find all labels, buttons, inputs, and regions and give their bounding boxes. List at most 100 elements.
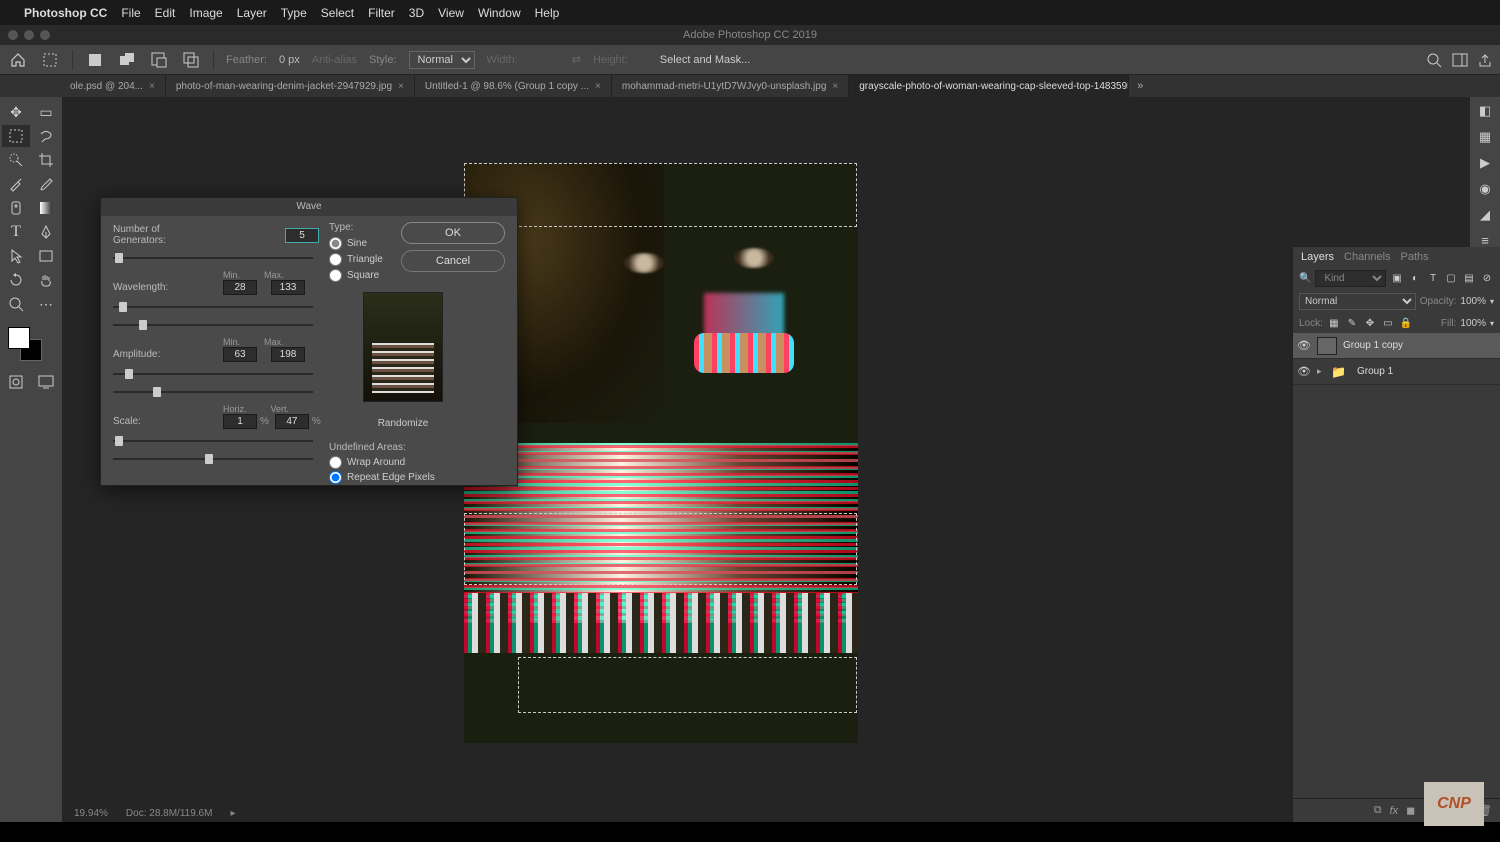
marquee-tool-icon[interactable] bbox=[40, 50, 60, 70]
healing-tool-icon[interactable] bbox=[2, 197, 30, 219]
layer-filter-select[interactable]: Kind bbox=[1315, 270, 1386, 287]
close-icon[interactable]: × bbox=[595, 81, 601, 92]
amplitude-max-input[interactable] bbox=[271, 347, 305, 362]
menu-edit[interactable]: Edit bbox=[155, 6, 176, 20]
intersect-selection-icon[interactable] bbox=[181, 50, 201, 70]
cancel-button[interactable]: Cancel bbox=[401, 250, 505, 272]
rotate-view-tool-icon[interactable] bbox=[2, 269, 30, 291]
subtract-selection-icon[interactable] bbox=[149, 50, 169, 70]
menu-image[interactable]: Image bbox=[189, 6, 222, 20]
wrap-around-radio[interactable]: Wrap Around bbox=[329, 455, 435, 470]
doc-tab[interactable]: mohammad-metri-U1ytD7WJvy0-unsplash.jpg× bbox=[612, 75, 849, 97]
app-menu[interactable]: Photoshop CC bbox=[24, 6, 107, 20]
tabs-overflow-icon[interactable]: » bbox=[1129, 75, 1151, 97]
zoom-tool-icon[interactable] bbox=[2, 293, 30, 315]
edit-toolbar-icon[interactable]: ⋯ bbox=[32, 293, 60, 315]
select-and-mask-button[interactable]: Select and Mask... bbox=[660, 54, 751, 66]
scale-horiz-input[interactable] bbox=[223, 414, 257, 429]
path-select-tool-icon[interactable] bbox=[2, 245, 30, 267]
adjustments-panel-icon[interactable]: ◢ bbox=[1476, 207, 1494, 223]
eyedropper-tool-icon[interactable] bbox=[2, 173, 30, 195]
doc-tab[interactable]: ole.psd @ 204...× bbox=[60, 75, 166, 97]
home-icon[interactable] bbox=[8, 50, 28, 70]
layer-thumbnail[interactable] bbox=[1317, 337, 1337, 355]
layer-row[interactable]: 👁 Group 1 copy bbox=[1293, 333, 1500, 359]
wavelength-max-input[interactable] bbox=[271, 280, 305, 295]
disclosure-icon[interactable]: ▸ bbox=[1317, 366, 1325, 377]
crop-tool-icon[interactable] bbox=[32, 149, 60, 171]
type-square-radio[interactable]: Square bbox=[329, 267, 383, 283]
scale-horiz-slider[interactable] bbox=[113, 435, 313, 447]
gradient-tool-icon[interactable] bbox=[32, 197, 60, 219]
randomize-button[interactable]: Randomize bbox=[363, 418, 443, 429]
document-canvas[interactable] bbox=[464, 163, 858, 743]
filter-type-icon[interactable]: T bbox=[1426, 272, 1440, 286]
visibility-icon[interactable]: 👁 bbox=[1297, 365, 1311, 378]
lock-artboard-icon[interactable]: ▭ bbox=[1381, 316, 1395, 330]
filter-shape-icon[interactable]: ▢ bbox=[1444, 272, 1458, 286]
brush-tool-icon[interactable] bbox=[32, 173, 60, 195]
color-swatches[interactable] bbox=[2, 325, 58, 365]
add-selection-icon[interactable] bbox=[117, 50, 137, 70]
fx-icon[interactable]: fx bbox=[1390, 805, 1399, 817]
rectangle-tool-icon[interactable] bbox=[32, 245, 60, 267]
tab-layers[interactable]: Layers bbox=[1301, 251, 1334, 263]
search-icon[interactable] bbox=[1426, 52, 1442, 68]
layer-name[interactable]: Group 1 copy bbox=[1343, 340, 1403, 351]
swatches-panel-icon[interactable]: ▦ bbox=[1476, 129, 1494, 145]
visibility-icon[interactable]: 👁 bbox=[1297, 339, 1311, 352]
filter-toggle-icon[interactable]: ⊘ bbox=[1480, 272, 1494, 286]
feather-value[interactable]: 0 px bbox=[279, 54, 300, 66]
tab-channels[interactable]: Channels bbox=[1344, 251, 1390, 263]
properties-panel-icon[interactable]: ◉ bbox=[1476, 181, 1494, 197]
artboard-tool-icon[interactable]: ▭ bbox=[32, 101, 60, 123]
opacity-value[interactable]: 100% bbox=[1460, 296, 1486, 307]
share-icon[interactable] bbox=[1478, 53, 1492, 67]
quickmask-icon[interactable] bbox=[2, 371, 30, 393]
close-icon[interactable]: × bbox=[832, 81, 838, 92]
doc-tab-active[interactable]: grayscale-photo-of-woman-wearing-cap-sle… bbox=[849, 75, 1129, 97]
mask-icon[interactable]: ◼ bbox=[1406, 804, 1415, 817]
wavelength-max-slider[interactable] bbox=[113, 319, 313, 331]
filter-image-icon[interactable]: ▣ bbox=[1390, 272, 1404, 286]
lock-position-icon[interactable]: ✥ bbox=[1363, 316, 1377, 330]
menu-file[interactable]: File bbox=[121, 6, 140, 20]
history-panel-icon[interactable]: ▶ bbox=[1476, 155, 1494, 171]
tab-paths[interactable]: Paths bbox=[1401, 251, 1429, 263]
wavelength-min-input[interactable] bbox=[223, 280, 257, 295]
zoom-value[interactable]: 19.94% bbox=[74, 808, 108, 819]
layer-row[interactable]: 👁 ▸ 📁 Group 1 bbox=[1293, 359, 1500, 385]
lock-pixels-icon[interactable]: ✎ bbox=[1345, 316, 1359, 330]
color-panel-icon[interactable]: ◧ bbox=[1476, 103, 1494, 119]
menu-filter[interactable]: Filter bbox=[368, 6, 395, 20]
amplitude-min-input[interactable] bbox=[223, 347, 257, 362]
layer-name[interactable]: Group 1 bbox=[1357, 366, 1393, 377]
link-layers-icon[interactable]: ⧉ bbox=[1374, 804, 1382, 817]
close-icon[interactable]: × bbox=[398, 81, 404, 92]
hand-tool-icon[interactable] bbox=[32, 269, 60, 291]
lasso-tool-icon[interactable] bbox=[32, 125, 60, 147]
scale-vert-input[interactable] bbox=[275, 414, 309, 429]
amplitude-min-slider[interactable] bbox=[113, 368, 313, 380]
doc-tab[interactable]: Untitled-1 @ 98.6% (Group 1 copy ...× bbox=[415, 75, 612, 97]
pen-tool-icon[interactable] bbox=[32, 221, 60, 243]
type-triangle-radio[interactable]: Triangle bbox=[329, 251, 383, 267]
menu-help[interactable]: Help bbox=[535, 6, 560, 20]
menu-select[interactable]: Select bbox=[321, 6, 354, 20]
filter-adjust-icon[interactable]: ◐ bbox=[1408, 272, 1422, 286]
status-more-icon[interactable]: ▸ bbox=[230, 808, 235, 819]
doc-size[interactable]: Doc: 28.8M/119.6M bbox=[126, 808, 213, 819]
num-generators-input[interactable] bbox=[285, 228, 319, 243]
menu-layer[interactable]: Layer bbox=[237, 6, 267, 20]
marquee-tool-icon[interactable] bbox=[2, 125, 30, 147]
fill-value[interactable]: 100% bbox=[1460, 318, 1486, 329]
style-select[interactable]: Normal bbox=[409, 51, 475, 69]
amplitude-max-slider[interactable] bbox=[113, 386, 313, 398]
ok-button[interactable]: OK bbox=[401, 222, 505, 244]
quick-select-tool-icon[interactable] bbox=[2, 149, 30, 171]
num-generators-slider[interactable] bbox=[113, 252, 313, 264]
scale-vert-slider[interactable] bbox=[113, 453, 313, 465]
libraries-panel-icon[interactable]: ≡ bbox=[1476, 233, 1494, 248]
lock-transparency-icon[interactable]: ▦ bbox=[1327, 316, 1341, 330]
screen-mode-icon[interactable] bbox=[32, 371, 60, 393]
